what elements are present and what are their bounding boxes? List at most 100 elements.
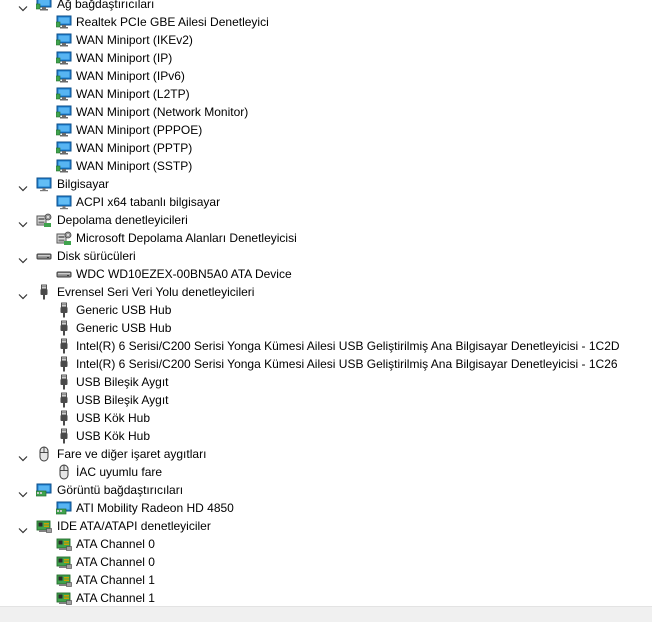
device-row[interactable]: ATA Channel 1	[0, 589, 652, 607]
display-adapter-icon	[35, 482, 52, 498]
device-row[interactable]: USB Kök Hub	[0, 427, 652, 445]
device-row[interactable]: ATA Channel 1	[0, 571, 652, 589]
device-row[interactable]: Intel(R) 6 Serisi/C200 Serisi Yonga Küme…	[0, 355, 652, 373]
device-row[interactable]: ATA Channel 0	[0, 535, 652, 553]
device-label: WAN Miniport (IPv6)	[76, 69, 185, 83]
device-label: Intel(R) 6 Serisi/C200 Serisi Yonga Küme…	[76, 357, 618, 371]
device-row[interactable]: Realtek PCIe GBE Ailesi Denetleyici	[0, 13, 652, 31]
device-label: Realtek PCIe GBE Ailesi Denetleyici	[76, 15, 269, 29]
chevron-down-icon[interactable]	[18, 180, 28, 192]
storage-controller-icon	[56, 230, 72, 246]
network-adapter-icon	[55, 122, 72, 138]
computer-icon	[36, 176, 52, 192]
usb-icon	[56, 392, 72, 408]
device-label: Generic USB Hub	[76, 321, 172, 335]
ide-controller-icon	[56, 554, 72, 570]
device-row[interactable]: USB Bileşik Aygıt	[0, 373, 652, 391]
chevron-down-icon[interactable]	[18, 252, 28, 264]
chevron-down-icon[interactable]	[18, 486, 28, 498]
usb-icon	[56, 356, 72, 372]
device-tree: Ağ bağdaştırıcıları Realtek PCIe GBE Aile…	[0, 0, 652, 607]
device-label: İAC uyumlu fare	[76, 465, 163, 479]
ide-controller-icon	[56, 536, 72, 552]
usb-icon	[56, 410, 72, 426]
device-row[interactable]: Microsoft Depolama Alanları Denetleyicis…	[0, 229, 652, 247]
category-row[interactable]: Depolama denetleyicileri	[0, 211, 652, 229]
device-label: USB Bileşik Aygıt	[76, 393, 169, 407]
device-label: ATA Channel 0	[76, 537, 155, 551]
device-row[interactable]: WAN Miniport (PPTP)	[0, 139, 652, 157]
device-label: USB Bileşik Aygıt	[76, 375, 169, 389]
chevron-down-icon[interactable]	[18, 0, 28, 12]
category-row[interactable]: Evrensel Seri Veri Yolu denetleyicileri	[0, 283, 652, 301]
network-adapter-icon	[55, 68, 72, 84]
category-label: Görüntü bağdaştırıcıları	[57, 483, 184, 497]
category-label: Evrensel Seri Veri Yolu denetleyicileri	[57, 285, 255, 299]
chevron-down-icon[interactable]	[18, 450, 28, 462]
network-adapter-icon	[55, 50, 72, 66]
device-label: WAN Miniport (Network Monitor)	[76, 105, 249, 119]
device-row[interactable]: WAN Miniport (IKEv2)	[0, 31, 652, 49]
mouse-icon	[36, 446, 52, 462]
device-row[interactable]: ACPI x64 tabanlı bilgisayar	[0, 193, 652, 211]
device-row[interactable]: WAN Miniport (Network Monitor)	[0, 103, 652, 121]
usb-icon	[56, 302, 72, 318]
device-label: ATA Channel 0	[76, 555, 155, 569]
device-row[interactable]: USB Bileşik Aygıt	[0, 391, 652, 409]
device-row[interactable]: ATI Mobility Radeon HD 4850	[0, 499, 652, 517]
usb-icon	[56, 338, 72, 354]
device-row[interactable]: ATA Channel 0	[0, 553, 652, 571]
category-row[interactable]: Ağ bağdaştırıcıları	[0, 0, 652, 13]
chevron-down-icon[interactable]	[18, 288, 28, 300]
category-row[interactable]: Görüntü bağdaştırıcıları	[0, 481, 652, 499]
device-label: Intel(R) 6 Serisi/C200 Serisi Yonga Küme…	[76, 339, 620, 353]
category-row[interactable]: Disk sürücüleri	[0, 247, 652, 265]
ide-controller-icon	[36, 518, 52, 534]
category-label: Bilgisayar	[57, 177, 110, 191]
device-label: ATI Mobility Radeon HD 4850	[76, 501, 234, 515]
category-label: Fare ve diğer işaret aygıtları	[57, 447, 207, 461]
chevron-down-icon[interactable]	[18, 522, 28, 534]
device-row[interactable]: WAN Miniport (IP)	[0, 49, 652, 67]
device-label: WAN Miniport (PPTP)	[76, 141, 193, 155]
device-row[interactable]: Intel(R) 6 Serisi/C200 Serisi Yonga Küme…	[0, 337, 652, 355]
device-row[interactable]: WAN Miniport (IPv6)	[0, 67, 652, 85]
usb-icon	[56, 374, 72, 390]
network-adapter-icon	[55, 104, 72, 120]
network-adapter-icon	[55, 140, 72, 156]
category-row[interactable]: Fare ve diğer işaret aygıtları	[0, 445, 652, 463]
device-label: USB Kök Hub	[76, 411, 151, 425]
horizontal-scrollbar[interactable]	[0, 606, 652, 622]
category-label: IDE ATA/ATAPI denetleyiciler	[57, 519, 211, 533]
network-adapter-icon	[35, 0, 52, 12]
category-row[interactable]: IDE ATA/ATAPI denetleyiciler	[0, 517, 652, 535]
network-adapter-icon	[55, 158, 72, 174]
device-row[interactable]: Generic USB Hub	[0, 301, 652, 319]
device-label: WDC WD10EZEX-00BN5A0 ATA Device	[76, 267, 292, 281]
category-row[interactable]: Bilgisayar	[0, 175, 652, 193]
network-adapter-icon	[55, 14, 72, 30]
ide-controller-icon	[56, 590, 72, 606]
category-label: Depolama denetleyicileri	[57, 213, 188, 227]
device-label: WAN Miniport (PPPOE)	[76, 123, 203, 137]
network-adapter-icon	[55, 86, 72, 102]
disk-drive-icon	[56, 266, 72, 282]
device-label: Microsoft Depolama Alanları Denetleyicis…	[76, 231, 297, 245]
device-row[interactable]: WAN Miniport (PPPOE)	[0, 121, 652, 139]
network-adapter-icon	[55, 32, 72, 48]
device-row[interactable]: İAC uyumlu fare	[0, 463, 652, 481]
device-row[interactable]: WDC WD10EZEX-00BN5A0 ATA Device	[0, 265, 652, 283]
category-label: Disk sürücüleri	[57, 249, 136, 263]
usb-icon	[36, 284, 52, 300]
device-row[interactable]: WAN Miniport (L2TP)	[0, 85, 652, 103]
usb-icon	[56, 428, 72, 444]
device-row[interactable]: WAN Miniport (SSTP)	[0, 157, 652, 175]
ide-controller-icon	[56, 572, 72, 588]
device-label: ATA Channel 1	[76, 591, 155, 605]
device-row[interactable]: USB Kök Hub	[0, 409, 652, 427]
device-label: ACPI x64 tabanlı bilgisayar	[76, 195, 221, 209]
chevron-down-icon[interactable]	[18, 216, 28, 228]
device-label: WAN Miniport (IKEv2)	[76, 33, 193, 47]
display-adapter-icon	[55, 500, 72, 516]
device-row[interactable]: Generic USB Hub	[0, 319, 652, 337]
